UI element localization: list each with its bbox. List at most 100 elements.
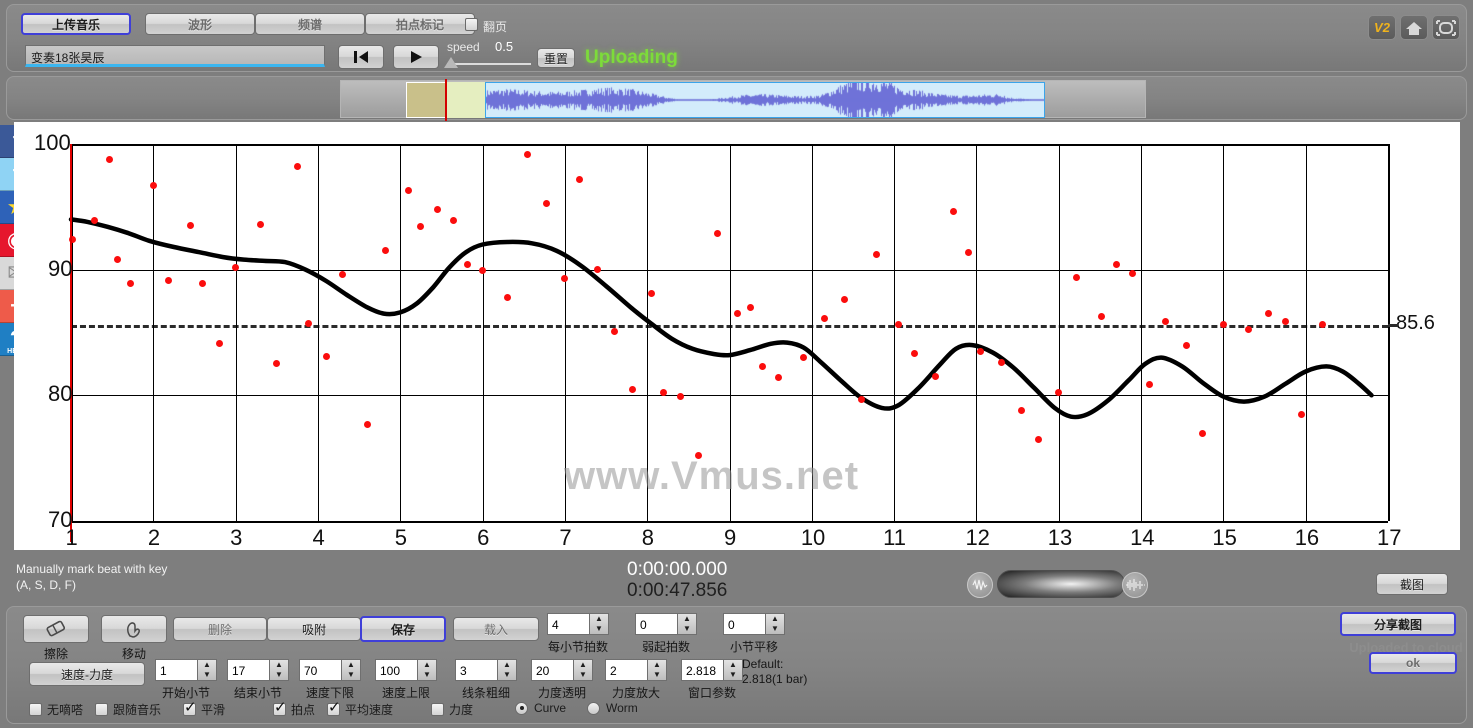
beat-tempo-point[interactable] — [1298, 410, 1306, 418]
dynamics-alpha-spinner[interactable]: 20 ▲ ▼ 力度透明 — [531, 659, 593, 701]
beat-tempo-point[interactable] — [872, 251, 880, 259]
skip-to-start-button[interactable] — [338, 45, 384, 69]
dynamics-alpha-spinner-arrows[interactable]: ▲ ▼ — [573, 659, 593, 681]
start-bar-spinner-arrows[interactable]: ▲ ▼ — [197, 659, 217, 681]
beat-tempo-point[interactable] — [977, 347, 985, 355]
beat-tempo-point[interactable] — [610, 327, 618, 335]
beat-tempo-point[interactable] — [293, 163, 301, 171]
beat-tempo-point[interactable] — [256, 220, 264, 228]
beat-tempo-point[interactable] — [713, 229, 721, 237]
beat-tempo-point[interactable] — [997, 359, 1005, 367]
reset-button[interactable]: 重置 — [537, 48, 575, 68]
beat-tempo-point[interactable] — [1199, 429, 1207, 437]
beat-checkbox-box[interactable] — [273, 700, 287, 716]
fullscreen-icon[interactable] — [1432, 15, 1460, 40]
window-param-spinner-decrement[interactable]: ▼ — [724, 670, 742, 680]
tempo-chart[interactable]: www.Vmus.net 85.6 1 2 3 4 5 6 7 8 9 10 11 12 13 14 15 1… — [14, 122, 1460, 550]
beat-tempo-point[interactable] — [90, 217, 98, 225]
beat-tempo-point[interactable] — [543, 199, 551, 207]
beats-per-bar-spinner-arrows[interactable]: ▲ ▼ — [589, 613, 609, 635]
bar-shift-spinner-arrows[interactable]: ▲ ▼ — [765, 613, 785, 635]
avg-tempo-checkbox-box[interactable] — [327, 700, 341, 716]
line-width-spinner-decrement[interactable]: ▼ — [498, 670, 516, 680]
line-width-spinner-arrows[interactable]: ▲ ▼ — [497, 659, 517, 681]
waveform-selection-region[interactable] — [447, 82, 485, 118]
beats-per-bar-spinner-increment[interactable]: ▲ — [590, 614, 608, 624]
start-bar-spinner[interactable]: 1 ▲ ▼ 开始小节 — [155, 659, 217, 701]
beat-tempo-point[interactable] — [149, 181, 157, 189]
beat-tempo-point[interactable] — [1112, 261, 1120, 269]
dynamics-checkbox[interactable]: 力度 — [431, 701, 473, 718]
beat-checkbox[interactable]: 拍点 — [273, 700, 315, 718]
no-tick-checkbox-box[interactable] — [29, 703, 42, 716]
smooth-checkbox[interactable]: 平滑 — [183, 700, 225, 718]
speed-dynamics-button[interactable]: 速度-力度 — [29, 662, 145, 686]
beat-tempo-point[interactable] — [931, 372, 939, 380]
beats-per-bar-spinner-value[interactable]: 4 — [547, 613, 589, 635]
start-bar-spinner-decrement[interactable]: ▼ — [198, 670, 216, 680]
beats-per-bar-spinner[interactable]: 4 ▲ ▼ 每小节拍数 — [547, 613, 609, 655]
tab-waveform[interactable]: 波形 — [145, 13, 255, 35]
window-param-spinner[interactable]: 2.818 ▲ ▼ 窗口参数 — [681, 659, 743, 701]
speed-slider-knob[interactable] — [444, 57, 458, 68]
bar-shift-spinner-value[interactable]: 0 — [723, 613, 765, 635]
beat-tempo-point[interactable] — [746, 303, 754, 311]
smooth-checkbox-box[interactable] — [183, 700, 197, 716]
bar-shift-spinner[interactable]: 0 ▲ ▼ 小节平移 — [723, 613, 785, 655]
line-width-spinner-increment[interactable]: ▲ — [498, 660, 516, 670]
eraser-tool-button[interactable] — [23, 615, 89, 643]
tab-spectrum[interactable]: 频谱 — [255, 13, 365, 35]
no-tick-checkbox[interactable]: 无嘀嗒 — [29, 701, 83, 718]
bar-shift-spinner-increment[interactable]: ▲ — [766, 614, 784, 624]
save-button[interactable]: 保存 — [360, 616, 446, 642]
tempo-max-spinner-increment[interactable]: ▲ — [418, 660, 436, 670]
tempo-min-spinner-decrement[interactable]: ▼ — [342, 670, 360, 680]
beat-tempo-point[interactable] — [857, 395, 865, 403]
tempo-min-spinner-increment[interactable]: ▲ — [342, 660, 360, 670]
beat-tempo-point[interactable] — [404, 186, 412, 194]
beat-tempo-point[interactable] — [1281, 317, 1289, 325]
waveform-dense-icon[interactable] — [1122, 572, 1148, 598]
beat-tempo-point[interactable] — [964, 248, 972, 256]
end-bar-spinner-increment[interactable]: ▲ — [270, 660, 288, 670]
cloud-ok-button[interactable]: ok — [1369, 652, 1457, 674]
tempo-min-spinner[interactable]: 70 ▲ ▼ 速度下限 — [299, 659, 361, 701]
beat-tempo-point[interactable] — [106, 155, 114, 163]
snapshot-button[interactable]: 截图 — [1376, 573, 1448, 595]
beat-tempo-point[interactable] — [676, 393, 684, 401]
beat-tempo-point[interactable] — [186, 222, 194, 230]
end-bar-spinner-value[interactable]: 17 — [227, 659, 269, 681]
waveform-playhead[interactable] — [445, 79, 447, 121]
tempo-max-spinner[interactable]: 100 ▲ ▼ 速度上限 — [375, 659, 437, 701]
bar-shift-spinner-decrement[interactable]: ▼ — [766, 624, 784, 634]
delete-button[interactable]: 删除 — [173, 617, 267, 641]
load-button[interactable]: 载入 — [453, 617, 539, 641]
move-tool-button[interactable] — [101, 615, 167, 643]
dynamics-scale-spinner-increment[interactable]: ▲ — [648, 660, 666, 670]
waveform-selection-start[interactable] — [406, 82, 446, 118]
tab-upload-music[interactable]: 上传音乐 — [21, 13, 131, 35]
beat-tempo-point[interactable] — [1145, 380, 1153, 388]
curve-radio-dot[interactable] — [515, 701, 528, 715]
speed-slider-track[interactable] — [447, 63, 531, 65]
start-bar-spinner-increment[interactable]: ▲ — [198, 660, 216, 670]
line-width-spinner[interactable]: 3 ▲ ▼ 线条粗细 — [455, 659, 517, 701]
beat-tempo-point[interactable] — [215, 340, 223, 348]
waveform-active-region[interactable] — [485, 82, 1045, 118]
beat-tempo-point[interactable] — [304, 320, 312, 328]
v2-badge-icon[interactable]: V2 — [1368, 15, 1396, 40]
pickup-beats-spinner-decrement[interactable]: ▼ — [678, 624, 696, 634]
window-param-spinner-increment[interactable]: ▲ — [724, 660, 742, 670]
beat-tempo-point[interactable] — [1182, 341, 1190, 349]
dynamics-alpha-spinner-decrement[interactable]: ▼ — [574, 670, 592, 680]
dynamics-alpha-spinner-value[interactable]: 20 — [531, 659, 573, 681]
tab-beat-marks[interactable]: 拍点标记 — [365, 13, 475, 35]
beat-tempo-point[interactable] — [322, 352, 330, 360]
beat-tempo-point[interactable] — [1162, 317, 1170, 325]
pickup-beats-spinner-value[interactable]: 0 — [635, 613, 677, 635]
beat-tempo-point[interactable] — [1098, 312, 1106, 320]
share-snapshot-button[interactable]: 分享截图 — [1340, 612, 1456, 636]
beat-tempo-point[interactable] — [576, 175, 584, 183]
beats-per-bar-spinner-decrement[interactable]: ▼ — [590, 624, 608, 634]
tempo-max-spinner-arrows[interactable]: ▲ ▼ — [417, 659, 437, 681]
